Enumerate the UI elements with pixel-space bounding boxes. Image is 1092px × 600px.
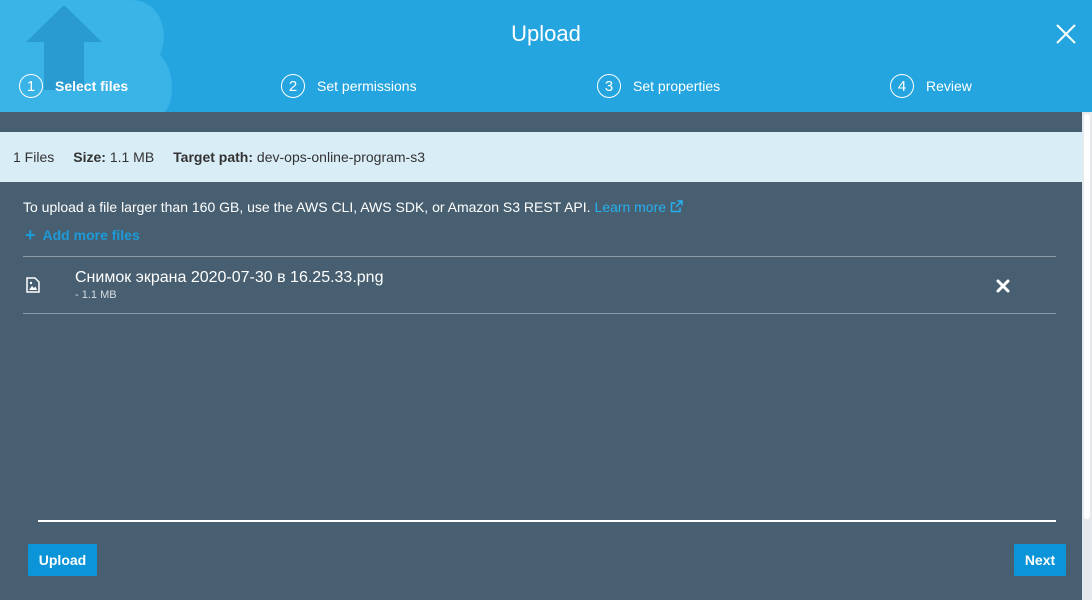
step-select-files[interactable]: 1 Select files: [19, 74, 128, 98]
remove-icon[interactable]: [995, 278, 1011, 294]
upload-button[interactable]: Upload: [28, 544, 97, 576]
target-path-value: dev-ops-online-program-s3: [256, 149, 425, 165]
size-value: 1.1 MB: [109, 149, 155, 165]
step-number: 3: [597, 74, 621, 98]
dialog-title: Upload: [511, 21, 581, 46]
footer-divider: [38, 520, 1056, 522]
learn-more-label: Learn more: [594, 199, 667, 215]
external-link-icon: [670, 200, 683, 213]
file-size: - 1.1 MB: [75, 289, 117, 301]
close-icon[interactable]: [1054, 22, 1078, 46]
scrollbar[interactable]: [1082, 112, 1092, 600]
step-label: Set properties: [633, 78, 721, 94]
target-path-label: Target path:: [173, 149, 254, 165]
step-number: 2: [281, 74, 305, 98]
image-file-icon: [26, 277, 40, 293]
step-number: 1: [19, 74, 43, 98]
file-list: Снимок экрана 2020-07-30 в 16.25.33.png …: [23, 256, 1056, 314]
step-set-permissions[interactable]: 2 Set permissions: [281, 74, 417, 98]
step-label: Review: [926, 78, 972, 94]
plus-icon: +: [25, 225, 36, 245]
add-more-files-label: Add more files: [42, 227, 140, 243]
upload-dialog-header: Upload 1 Select files 2 Set permissions …: [0, 0, 1092, 112]
size-label: Size:: [73, 149, 106, 165]
info-text: To upload a file larger than 160 GB, use…: [23, 199, 591, 215]
learn-more-link[interactable]: Learn more: [594, 199, 683, 215]
step-label: Set permissions: [317, 78, 417, 94]
scrollbar-thumb[interactable]: [1084, 114, 1090, 519]
add-more-files-button[interactable]: + Add more files: [25, 225, 140, 245]
step-label: Select files: [55, 78, 129, 94]
step-review[interactable]: 4 Review: [890, 74, 972, 98]
next-button[interactable]: Next: [1014, 544, 1066, 576]
step-set-properties[interactable]: 3 Set properties: [597, 74, 720, 98]
file-name: Снимок экрана 2020-07-30 в 16.25.33.png: [75, 269, 384, 286]
step-number: 4: [890, 74, 914, 98]
file-count: 1 Files: [13, 149, 55, 165]
upload-summary-bar: 1 Files Size: 1.1 MB Target path: dev-op…: [0, 132, 1082, 182]
upload-size-info: To upload a file larger than 160 GB, use…: [23, 199, 683, 215]
